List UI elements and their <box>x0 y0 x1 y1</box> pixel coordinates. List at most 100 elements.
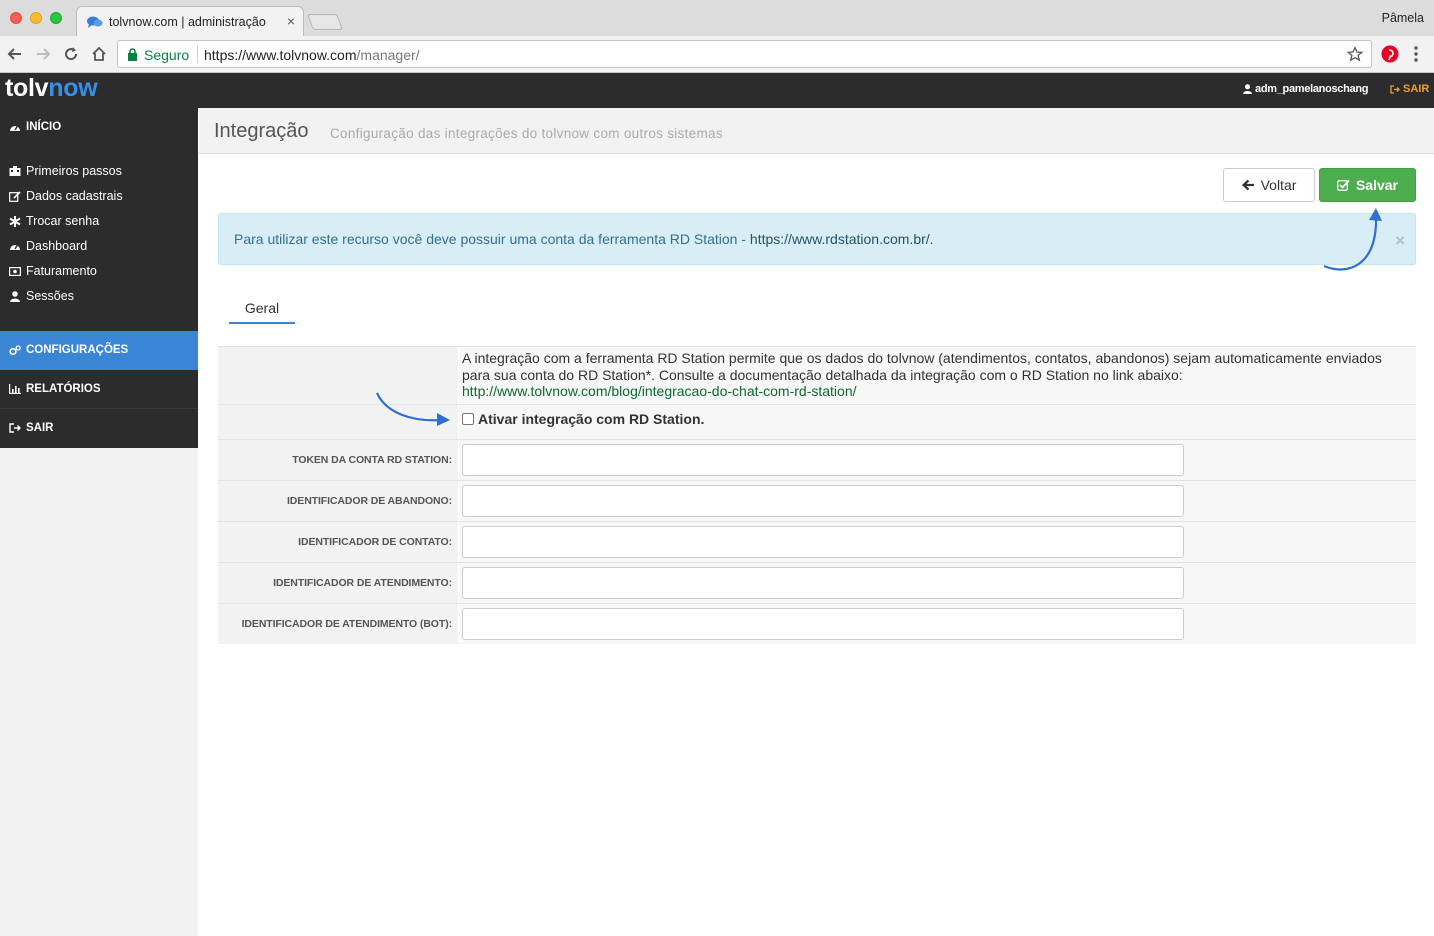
sidebar: INÍCIO Primeiros passos Dados cadastrais… <box>0 108 198 936</box>
form-row-atendimento: IDENTIFICADOR DE ATENDIMENTO: <box>218 562 1416 603</box>
atendimento-bot-input[interactable] <box>462 608 1184 640</box>
abandono-input[interactable] <box>462 485 1184 517</box>
sidebar-item-dados-cadastrais[interactable]: Dados cadastrais <box>9 189 123 203</box>
user-menu[interactable]: adm_pamelanoschang <box>1243 83 1369 95</box>
money-icon <box>9 266 21 276</box>
page-title: Integração <box>214 120 309 142</box>
dashboard-icon <box>10 125 20 131</box>
value-cell <box>459 563 1416 603</box>
sidebar-item-home[interactable]: INÍCIO <box>9 121 61 133</box>
activate-integration-checkbox[interactable] <box>462 413 474 425</box>
atendimento-input[interactable] <box>462 567 1184 599</box>
dashboard-icon <box>10 244 20 250</box>
page-header: Integração Configuração das integrações … <box>199 108 1434 154</box>
sidebar-item-label: Faturamento <box>26 264 97 278</box>
url-text[interactable]: https://www.tolvnow.com/manager/ <box>204 47 420 63</box>
alert-close-icon[interactable]: × <box>1395 231 1405 251</box>
browser-menu-icon[interactable] <box>1413 45 1419 66</box>
sidebar-reports-label: RELATÓRIOS <box>26 383 101 395</box>
arrow-left-icon <box>1241 179 1254 191</box>
back-arrow-icon[interactable] <box>5 44 25 64</box>
sign-out-icon <box>1390 84 1400 94</box>
tab-geral[interactable]: Geral <box>229 300 295 316</box>
tolvnow-logo[interactable]: tolvnow <box>5 74 98 103</box>
sidebar-item-label: Trocar senha <box>26 214 100 228</box>
sidebar-config-row: CONFIGURAÇÕES <box>9 344 128 356</box>
logo-part1: tolv <box>5 74 49 102</box>
checkbox-row: Ativar integração com RD Station. <box>218 404 1416 439</box>
window-close-button[interactable] <box>10 12 22 24</box>
value-cell <box>459 604 1416 644</box>
app-header: tolvnow adm_pamelanoschang SAIR <box>0 73 1434 108</box>
tab-close-icon[interactable]: × <box>287 13 295 29</box>
back-button[interactable]: Voltar <box>1223 168 1315 202</box>
header-logout-label: SAIR <box>1403 83 1430 95</box>
browser-tab[interactable]: tolvnow.com | administração × <box>76 6 304 36</box>
form-row-atendimento-bot: IDENTIFICADOR DE ATENDIMENTO (BOT): <box>218 603 1416 644</box>
tab-active-indicator <box>229 322 295 324</box>
browser-tab-bar: tolvnow.com | administração × Pâmela <box>0 0 1434 36</box>
integration-form: A integração com a ferramenta RD Station… <box>218 346 1416 644</box>
sidebar-home-block[interactable]: INÍCIO <box>0 108 198 146</box>
chat-favicon-icon <box>87 15 103 32</box>
header-logout-link[interactable]: SAIR <box>1390 83 1429 95</box>
sidebar-item-configuracoes[interactable]: CONFIGURAÇÕES <box>0 331 198 370</box>
pinterest-extension-icon[interactable] <box>1381 45 1399 66</box>
address-separator <box>197 46 198 63</box>
sidebar-item-sessoes[interactable]: Sessões <box>9 289 74 303</box>
user-icon <box>10 290 20 302</box>
sign-out-icon <box>9 423 21 433</box>
sidebar-item-relatorios[interactable]: RELATÓRIOS <box>0 370 198 409</box>
sidebar-item-primeiros-passos[interactable]: Primeiros passos <box>9 164 122 178</box>
sidebar-item-label: Primeiros passos <box>26 164 122 178</box>
token-input[interactable] <box>462 444 1184 476</box>
reload-icon[interactable] <box>61 44 81 64</box>
sidebar-item-faturamento[interactable]: Faturamento <box>9 264 97 278</box>
label-cell: IDENTIFICADOR DE CONTATO: <box>218 522 458 562</box>
token-label: TOKEN DA CONTA RD STATION: <box>292 454 452 466</box>
label-cell: TOKEN DA CONTA RD STATION: <box>218 440 458 480</box>
bookmark-star-icon[interactable] <box>1346 45 1364 65</box>
sidebar-logout-label: SAIR <box>26 422 54 434</box>
sidebar-reports-row: RELATÓRIOS <box>9 383 101 395</box>
sidebar-logout-row: SAIR <box>9 422 53 434</box>
window-minimize-button[interactable] <box>30 12 42 24</box>
label-cell: IDENTIFICADOR DE ABANDONO: <box>218 481 458 521</box>
url-host: https://www.tolvnow.com <box>204 47 357 63</box>
bar-chart-icon <box>9 384 21 394</box>
documentation-link[interactable]: http://www.tolvnow.com/blog/integracao-d… <box>462 383 857 399</box>
building-icon <box>9 166 21 176</box>
value-cell: Ativar integração com RD Station. <box>459 405 1416 439</box>
user-icon <box>1243 84 1252 94</box>
lock-icon <box>127 48 138 64</box>
form-row-contato: IDENTIFICADOR DE CONTATO: <box>218 521 1416 562</box>
check-square-icon <box>1337 179 1350 191</box>
address-bar[interactable]: Seguro https://www.tolvnow.com/manager/ <box>117 40 1372 68</box>
integration-description: A integração com a ferramenta RD Station… <box>462 350 1402 400</box>
browser-profile-name[interactable]: Pâmela <box>1382 11 1424 25</box>
sidebar-item-sair[interactable]: SAIR <box>0 409 198 448</box>
back-button-label: Voltar <box>1260 177 1297 193</box>
activate-integration-control[interactable]: Ativar integração com RD Station. <box>462 411 704 427</box>
contato-label: IDENTIFICADOR DE CONTATO: <box>298 536 452 548</box>
username: adm_pamelanoschang <box>1255 83 1369 95</box>
activate-integration-label[interactable]: Ativar integração com RD Station. <box>478 411 704 427</box>
value-cell <box>459 481 1416 521</box>
contato-input[interactable] <box>462 526 1184 558</box>
forward-arrow-icon[interactable] <box>33 44 53 64</box>
label-cell: IDENTIFICADOR DE ATENDIMENTO (BOT): <box>218 604 458 644</box>
new-tab-button[interactable] <box>307 14 343 30</box>
sidebar-item-label: Dashboard <box>26 239 88 253</box>
alert-link[interactable]: https://www.rdstation.com.br/. <box>750 231 934 247</box>
window-zoom-button[interactable] <box>50 12 62 24</box>
value-cell <box>459 522 1416 562</box>
sidebar-item-trocar-senha[interactable]: Trocar senha <box>9 214 99 228</box>
description-text: A integração com a ferramenta RD Station… <box>462 350 1382 383</box>
save-button[interactable]: Salvar <box>1319 168 1416 202</box>
home-icon[interactable] <box>89 44 109 64</box>
alert-message: Para utilizar este recurso você deve pos… <box>234 231 934 247</box>
label-cell <box>218 405 458 439</box>
sidebar-item-label: Sessões <box>26 289 74 303</box>
sidebar-item-dashboard[interactable]: Dashboard <box>9 239 87 253</box>
abandono-label: IDENTIFICADOR DE ABANDONO: <box>286 495 452 507</box>
